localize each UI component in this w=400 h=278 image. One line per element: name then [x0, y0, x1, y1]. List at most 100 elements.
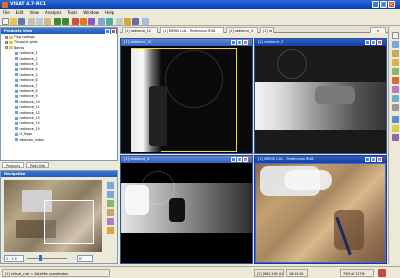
expand-toggle-icon[interactable]: − — [5, 46, 8, 50]
select-tool-icon[interactable] — [391, 32, 399, 39]
image-window-minimize-button[interactable]: _ — [231, 40, 236, 45]
menu-edit[interactable]: Edit — [13, 9, 27, 16]
undo-icon[interactable] — [54, 17, 61, 25]
band-icon — [15, 100, 18, 104]
image-window-close-button[interactable]: × — [243, 40, 248, 45]
expand-toggle-icon[interactable]: + — [5, 40, 8, 44]
image-window-close-button[interactable]: × — [243, 157, 248, 162]
band-image-radiance-3[interactable] — [255, 46, 386, 153]
image-window-minimize-button[interactable]: _ — [365, 157, 370, 162]
open-folder-icon[interactable] — [10, 17, 17, 25]
maximize-window-button[interactable]: □ — [380, 1, 387, 8]
band-maths-icon[interactable] — [72, 17, 79, 25]
image-window-maximize-button[interactable]: □ — [237, 157, 242, 162]
visat-window: VISAT 4.7-RC1 _ □ × File Edit View Analysis… — [0, 0, 400, 278]
rotation-field[interactable]: 0° — [77, 255, 93, 262]
magic-wand-icon[interactable] — [391, 125, 399, 132]
sync-views-icon[interactable] — [107, 218, 114, 225]
statistics-icon[interactable] — [106, 17, 113, 25]
zoom-out-icon[interactable] — [107, 191, 114, 198]
memory-usage: 75M of 127M — [340, 269, 374, 277]
gcp-tool-icon[interactable] — [391, 68, 399, 75]
tab-radiance-12[interactable]: [1] radiance_12 — [122, 27, 158, 33]
image-window-close-button[interactable]: × — [377, 157, 382, 162]
image-window-radiance-4[interactable]: [1] radiance_4 _ □ × — [120, 155, 253, 264]
image-window-maximize-button[interactable]: □ — [237, 40, 242, 45]
viewport-rectangle[interactable] — [44, 200, 94, 244]
menu-tools[interactable]: Tools — [64, 9, 80, 16]
main-toolbar — [0, 16, 400, 26]
gcp-icon[interactable] — [132, 17, 139, 25]
pin-icon[interactable] — [124, 17, 131, 25]
image-window-minimize-button[interactable]: _ — [231, 157, 236, 162]
rgb-image-view[interactable] — [255, 163, 386, 263]
draw-line-icon[interactable] — [391, 77, 399, 84]
image-window-meris-rgb[interactable]: [1] MERIS L1b - Tristimulus RGB _ □ × — [254, 155, 387, 264]
status-bar: [1] virtual_cntr = Satellite coordinates… — [0, 266, 400, 278]
left-panel-tabs: Products Pixel Info — [0, 161, 118, 168]
draw-ellipse-icon[interactable] — [391, 104, 399, 111]
band-icon — [15, 94, 18, 98]
garbage-collect-icon[interactable] — [378, 269, 386, 277]
image-window-minimize-button[interactable]: _ — [365, 40, 370, 45]
pan-tool-icon[interactable] — [391, 50, 399, 57]
image-window-radiance-12[interactable]: [1] radiance_12 _ □ × — [120, 38, 253, 154]
cut-icon[interactable] — [28, 17, 35, 25]
layers-icon[interactable] — [116, 17, 123, 25]
graph-icon[interactable] — [391, 134, 399, 141]
panel-close-icon[interactable] — [111, 28, 116, 34]
band-icon — [15, 105, 18, 109]
zoom-in-icon[interactable] — [107, 182, 114, 189]
draw-rectangle-icon[interactable] — [391, 86, 399, 93]
products-view-panel: Products View + Flag codings + Tie-point gr… — [0, 27, 118, 161]
tree-node-label: radiance_15 — [19, 126, 40, 131]
sync-cursor-icon[interactable] — [107, 227, 114, 234]
image-window-radiance-3[interactable]: [1] radiance_3 _ □ × — [254, 38, 387, 154]
menu-help[interactable]: Help — [102, 9, 117, 16]
tab-radiance-overflow[interactable]: [1] ra — [260, 27, 274, 33]
tree-node-label: radiance_7 — [19, 83, 38, 88]
tree-node-label: radiance_10 — [19, 99, 40, 104]
help-icon[interactable] — [142, 17, 149, 25]
paste-icon[interactable] — [44, 17, 51, 25]
world-map-icon[interactable] — [98, 17, 105, 25]
band-image-radiance-4[interactable] — [121, 163, 252, 263]
band-image-radiance-12[interactable] — [121, 46, 252, 153]
menu-analysis[interactable]: Analysis — [42, 9, 64, 16]
minimize-window-button[interactable]: _ — [372, 1, 379, 8]
menu-view[interactable]: View — [26, 9, 42, 16]
zoom-all-icon[interactable] — [107, 209, 114, 216]
navigation-thumbnail[interactable] — [4, 180, 102, 252]
tab-radiance-4[interactable]: [1] radiance_4 — [226, 27, 258, 33]
pixel-position: [1] [962,299 (L0)] — [254, 269, 284, 277]
histogram-icon[interactable] — [88, 17, 95, 25]
tree-node-label: radiance_14 — [19, 121, 40, 126]
zoom-slider[interactable] — [27, 257, 67, 259]
pin-tool-icon[interactable] — [391, 59, 399, 66]
tab-pixel-info[interactable]: Pixel Info — [26, 161, 49, 168]
redo-icon[interactable] — [62, 17, 69, 25]
zoom-tool-icon[interactable] — [391, 41, 399, 48]
tab-products[interactable]: Products — [2, 161, 25, 168]
image-window-maximize-button[interactable]: □ — [371, 157, 376, 162]
close-window-button[interactable]: × — [388, 1, 395, 8]
menu-window[interactable]: Window — [80, 9, 102, 16]
range-finder-icon[interactable] — [391, 116, 399, 123]
image-window-close-button[interactable]: × — [377, 40, 382, 45]
draw-polygon-icon[interactable] — [391, 95, 399, 102]
zoom-slider-handle[interactable] — [39, 255, 42, 261]
tree-band-node[interactable]: detector_index — [15, 138, 44, 143]
tab-list-icon[interactable]: ▾ — [370, 27, 386, 33]
zoom-pixel-icon[interactable] — [107, 200, 114, 207]
new-icon[interactable] — [2, 17, 9, 25]
copy-icon[interactable] — [36, 17, 43, 25]
zoom-factor-field[interactable]: 1 : 1.9 — [4, 255, 24, 262]
expand-toggle-icon[interactable]: + — [5, 35, 8, 39]
tab-meris-rgb[interactable]: [1] MERIS L1b - Tristimulus RGB — [160, 27, 224, 33]
image-window-maximize-button[interactable]: □ — [371, 40, 376, 45]
save-icon[interactable] — [18, 17, 25, 25]
rgb-image-icon[interactable] — [80, 17, 87, 25]
panel-minimize-icon[interactable] — [105, 28, 110, 34]
menu-file[interactable]: File — [0, 9, 13, 16]
window-title: VISAT 4.7-RC1 — [10, 2, 46, 7]
